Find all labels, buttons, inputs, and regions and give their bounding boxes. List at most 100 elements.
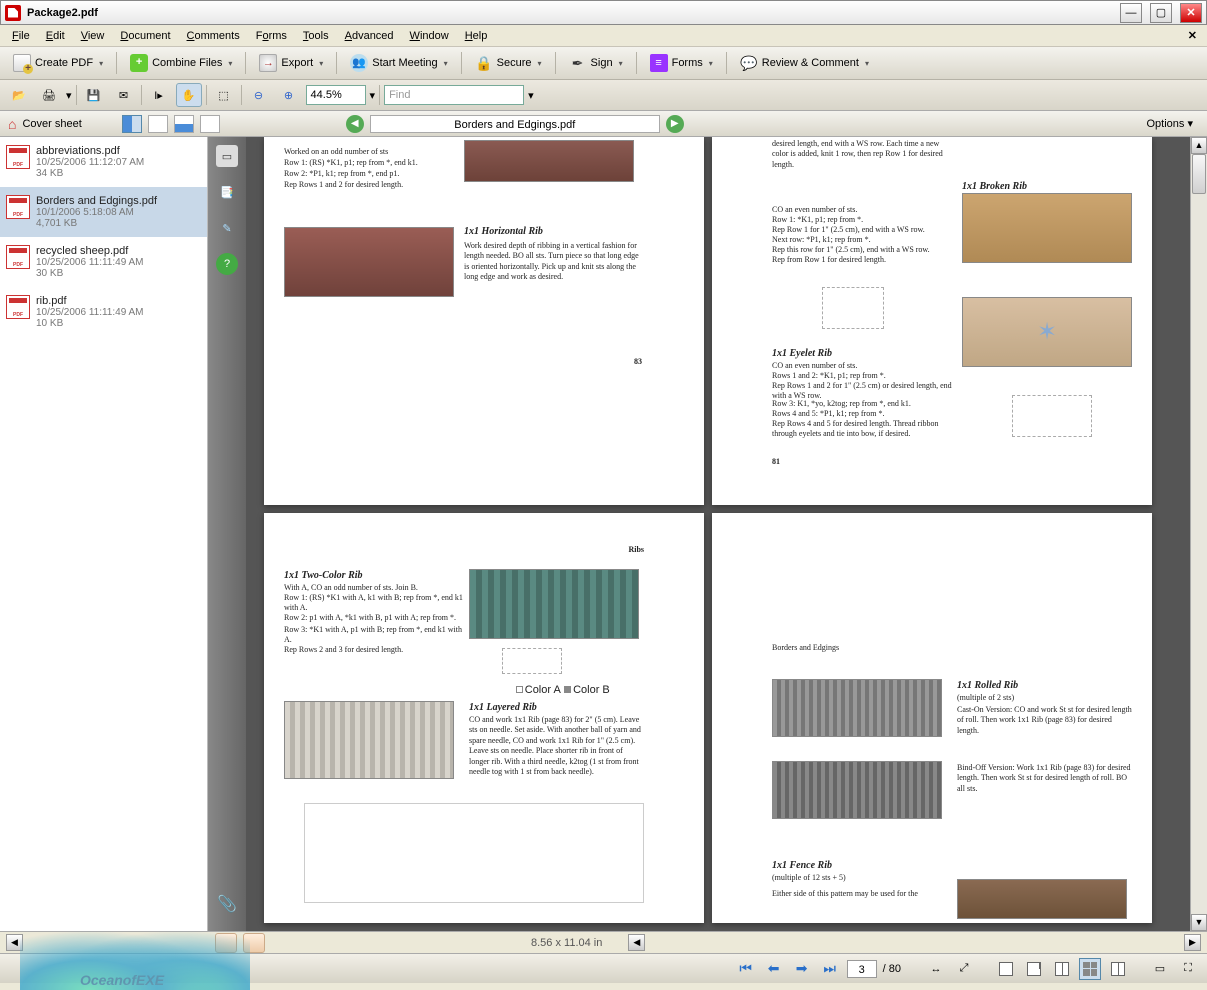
page-nav-row: ⏮ ⬅ ➡ ⏭ 3 / 80 ↔ ⤢ ▭ ⛶ [0, 953, 1207, 983]
scroll-up-button[interactable]: ▲ [1191, 137, 1207, 154]
pdf-icon [6, 195, 30, 219]
marquee-zoom[interactable]: ⬚ [211, 83, 237, 107]
doc-name-field[interactable]: Borders and Edgings.pdf [370, 115, 660, 133]
zoom-out-button[interactable]: ⊖ [246, 83, 272, 107]
menu-comments[interactable]: Comments [179, 28, 248, 44]
minimize-button[interactable]: — [1120, 3, 1142, 23]
select-tool[interactable]: I▸ [146, 83, 172, 107]
knit-swatch [962, 193, 1132, 263]
single-page-button[interactable] [995, 958, 1017, 980]
options-button[interactable]: Options ▾ [1140, 115, 1199, 132]
pages-panel-button[interactable]: ▭ [216, 145, 238, 167]
first-page-button[interactable]: ⏮ [735, 958, 757, 980]
taskbar-item[interactable] [243, 933, 265, 953]
start-meeting-button[interactable]: Start Meeting▾ [343, 50, 454, 76]
find-drop[interactable]: ▾ [528, 89, 534, 102]
zoom-in-button[interactable]: ⊕ [276, 83, 302, 107]
scroll-down-button[interactable]: ▼ [1191, 914, 1207, 931]
pdf-page: Ribs 1x1 Two-Color Rib With A, CO an odd… [264, 513, 704, 923]
file-item[interactable]: abbreviations.pdf 10/25/2006 11:12:07 AM… [0, 137, 207, 187]
hscroll-right-doc[interactable]: ▶ [1184, 934, 1201, 951]
chart-diagram [1012, 395, 1092, 437]
file-item[interactable]: Borders and Edgings.pdf 10/1/2006 5:18:0… [0, 187, 207, 237]
last-page-button[interactable]: ⏭ [819, 958, 841, 980]
view-full[interactable] [148, 115, 168, 133]
close-button[interactable]: ✕ [1180, 3, 1202, 23]
menu-file[interactable]: File [4, 28, 38, 44]
save-button[interactable]: 💾 [81, 83, 107, 107]
document-view[interactable]: Worked on an odd number of sts Row 1: (R… [246, 137, 1190, 931]
page-dimensions: 8.56 x 11.04 in [531, 937, 602, 949]
spread-button[interactable] [1107, 958, 1129, 980]
reading-mode-button[interactable]: ▭ [1149, 958, 1171, 980]
sidebar-tools: ▭ 📑 ✎ ? 📎 [208, 137, 246, 931]
home-icon[interactable]: ⌂ [8, 116, 16, 132]
email-button[interactable]: ✉ [111, 83, 137, 107]
prev-page-button[interactable]: ⬅ [763, 958, 785, 980]
schematic-diagram [304, 803, 644, 903]
export-button[interactable]: Export▾ [252, 50, 330, 76]
next-page-button[interactable]: ➡ [791, 958, 813, 980]
maximize-button[interactable]: ▢ [1150, 3, 1172, 23]
taskbar-item[interactable] [215, 933, 237, 953]
signatures-panel-button[interactable]: ✎ [216, 217, 238, 239]
hand-tool[interactable]: ✋ [176, 83, 202, 107]
next-doc-button[interactable]: ▶ [666, 115, 684, 133]
hscroll-left-doc[interactable]: ◀ [628, 934, 645, 951]
create-pdf-button[interactable]: Create PDF▾ [6, 50, 110, 76]
two-up-button[interactable] [1051, 958, 1073, 980]
menu-window[interactable]: Window [402, 28, 457, 44]
titlebar: Package2.pdf — ▢ ✕ [0, 0, 1207, 25]
view-single[interactable] [200, 115, 220, 133]
scroll-thumb[interactable] [1192, 154, 1206, 194]
sign-button[interactable]: Sign▾ [562, 50, 630, 76]
menu-view[interactable]: View [73, 28, 113, 44]
review-button[interactable]: Review & Comment▾ [733, 50, 876, 76]
two-up-continuous-button[interactable] [1079, 958, 1101, 980]
vertical-scrollbar[interactable]: ▲ ▼ [1190, 137, 1207, 931]
page-number-field[interactable]: 3 [847, 960, 877, 978]
fit-width-button[interactable]: ↔ [925, 958, 947, 980]
comment-icon [740, 54, 758, 72]
page-total: / 80 [883, 963, 901, 975]
menu-forms[interactable]: Forms [248, 28, 295, 44]
view-split-bottom[interactable] [174, 115, 194, 133]
main-area: abbreviations.pdf 10/25/2006 11:12:07 AM… [0, 137, 1207, 931]
file-item[interactable]: rib.pdf 10/25/2006 11:11:49 AM 10 KB [0, 287, 207, 337]
hscroll-left[interactable]: ◀ [6, 934, 23, 951]
attachments-button[interactable]: 📎 [216, 893, 238, 915]
file-item[interactable]: recycled sheep.pdf 10/25/2006 11:11:49 A… [0, 237, 207, 287]
print-button[interactable]: 🖨 [36, 83, 62, 107]
fit-page-icon: ⤢ [960, 962, 969, 975]
menu-edit[interactable]: Edit [38, 28, 73, 44]
print-drop[interactable]: ▾ [66, 89, 72, 102]
knit-swatch: ✶ [962, 297, 1132, 367]
menu-document[interactable]: Document [112, 28, 178, 44]
window-title: Package2.pdf [27, 7, 98, 19]
reading-icon: ▭ [1155, 962, 1165, 975]
menu-advanced[interactable]: Advanced [337, 28, 402, 44]
scroll-track[interactable] [1191, 154, 1207, 914]
knit-swatch [284, 701, 454, 779]
cover-sheet-link[interactable]: Cover sheet [22, 118, 81, 130]
bookmarks-panel-button[interactable]: 📑 [216, 181, 238, 203]
save-icon: 💾 [87, 89, 101, 102]
secure-button[interactable]: Secure▾ [468, 50, 549, 76]
menubar: File Edit View Document Comments Forms T… [0, 25, 1207, 47]
zoom-drop[interactable]: ▾ [370, 89, 376, 102]
close-doc-button[interactable]: ✕ [1182, 29, 1203, 42]
combine-files-button[interactable]: Combine Files▾ [123, 50, 239, 76]
find-field[interactable]: Find [384, 85, 524, 105]
knit-swatch [284, 227, 454, 297]
open-button[interactable]: 📂 [6, 83, 32, 107]
forms-button[interactable]: Forms▾ [643, 50, 720, 76]
menu-tools[interactable]: Tools [295, 28, 337, 44]
view-split-left[interactable] [122, 115, 142, 133]
zoom-field[interactable]: 44.5% [306, 85, 366, 105]
fit-page-button[interactable]: ⤢ [953, 958, 975, 980]
fullscreen-button[interactable]: ⛶ [1177, 958, 1199, 980]
menu-help[interactable]: Help [457, 28, 496, 44]
continuous-button[interactable] [1023, 958, 1045, 980]
help-button[interactable]: ? [216, 253, 238, 275]
prev-doc-button[interactable]: ◀ [346, 115, 364, 133]
